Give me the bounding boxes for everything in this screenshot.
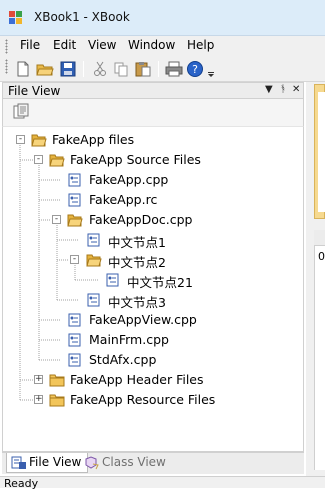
dropdown-arrow-icon[interactable]: ▼ — [265, 84, 273, 95]
tree-node[interactable]: FakeAppView.cpp — [3, 311, 303, 329]
properties-icon[interactable] — [12, 103, 30, 121]
tree-node[interactable]: FakeApp.rc — [3, 191, 303, 209]
tree-node-label: 中文节点1 — [108, 235, 166, 250]
tree-node[interactable]: StdAfx.cpp — [3, 351, 303, 369]
tree-node-label: FakeApp.rc — [89, 192, 158, 207]
document-page — [318, 92, 325, 212]
tree-node[interactable]: + FakeApp Header Files — [3, 371, 303, 389]
toolbar-grip[interactable] — [5, 59, 8, 74]
folder-open-icon — [49, 154, 65, 167]
menu-file[interactable]: File — [20, 38, 40, 52]
menu-bar: File Edit View Window Help — [0, 36, 325, 56]
collapse-toggle[interactable]: - — [34, 155, 43, 164]
file-icon — [87, 233, 100, 247]
class-view-icon — [85, 456, 99, 470]
menu-help[interactable]: Help — [187, 38, 214, 52]
tree-node-label: FakeApp Header Files — [70, 372, 204, 387]
folder-open-icon — [86, 254, 102, 267]
app-icon — [9, 11, 22, 24]
file-icon — [68, 193, 81, 207]
expand-toggle[interactable]: + — [34, 395, 43, 404]
folder-icon — [49, 374, 65, 387]
tree-node[interactable]: 中文节点1 — [3, 231, 303, 250]
print-icon[interactable] — [165, 60, 183, 78]
output-pane-header — [314, 230, 325, 246]
status-text: Ready — [4, 477, 39, 490]
menu-grip[interactable] — [5, 39, 8, 54]
file-icon — [68, 353, 81, 367]
cut-icon[interactable] — [91, 60, 109, 78]
folder-open-icon — [31, 134, 47, 147]
toolbar-separator — [158, 61, 159, 77]
tree-node[interactable]: + FakeApp Resource Files — [3, 391, 303, 409]
file-tree[interactable]: - FakeApp files - FakeApp Source Files F… — [2, 126, 304, 452]
tab-file-view[interactable]: File View — [6, 453, 89, 473]
menu-window[interactable]: Window — [128, 38, 175, 52]
view-tabs: File View Class View — [2, 452, 304, 474]
collapse-toggle[interactable]: - — [52, 215, 61, 224]
title-bar: XBook1 - XBook — [0, 0, 325, 36]
pin-icon[interactable]: ᚬ — [280, 84, 286, 95]
tree-node-label: 中文节点2 — [108, 255, 166, 270]
tree-node-label: FakeApp Resource Files — [70, 392, 216, 407]
toolbar-overflow-icon[interactable] — [206, 60, 216, 78]
output-text: 0 — [318, 250, 325, 263]
copy-icon[interactable] — [112, 60, 130, 78]
new-icon[interactable] — [14, 60, 32, 78]
tree-node[interactable]: FakeApp.cpp — [3, 171, 303, 189]
output-pane — [314, 230, 325, 470]
tab-file-view-label: File View — [29, 455, 82, 469]
tree-node[interactable]: - FakeApp files — [3, 131, 303, 149]
collapse-toggle[interactable]: - — [16, 135, 25, 144]
tree-node-label: FakeAppView.cpp — [89, 312, 197, 327]
tree-node-label: FakeApp files — [52, 132, 135, 147]
tree-node[interactable]: - 中文节点2 — [3, 251, 303, 270]
svg-text:?: ? — [192, 63, 198, 76]
collapse-toggle[interactable]: - — [70, 255, 79, 264]
file-icon — [68, 313, 81, 327]
tab-class-view[interactable]: Class View — [80, 453, 172, 473]
menu-view[interactable]: View — [88, 38, 116, 52]
paste-icon[interactable] — [134, 60, 152, 78]
file-icon — [68, 173, 81, 187]
toolbar-separator — [83, 61, 84, 77]
help-icon[interactable]: ? — [186, 60, 204, 78]
menu-edit[interactable]: Edit — [53, 38, 76, 52]
tree-node-label: FakeApp.cpp — [89, 172, 169, 187]
folder-open-icon — [67, 214, 83, 227]
file-view-header: File View ▼ ᚬ ✕ — [2, 82, 304, 99]
file-icon — [106, 273, 119, 287]
tree-node[interactable]: - FakeAppDoc.cpp — [3, 211, 303, 229]
file-icon — [68, 333, 81, 347]
tree-node[interactable]: MainFrm.cpp — [3, 331, 303, 349]
window-title: XBook1 - XBook — [34, 10, 130, 24]
file-view-toolbar — [2, 99, 304, 126]
open-folder-icon[interactable] — [36, 60, 54, 78]
tab-class-view-label: Class View — [102, 455, 166, 469]
tree-node-label: 中文节点3 — [108, 295, 166, 310]
close-icon[interactable]: ✕ — [292, 84, 300, 95]
file-view-title: File View — [8, 84, 61, 98]
expand-toggle[interactable]: + — [34, 375, 43, 384]
save-icon[interactable] — [59, 60, 77, 78]
tree-node[interactable]: - FakeApp Source Files — [3, 151, 303, 169]
tree-node-label: FakeAppDoc.cpp — [89, 212, 193, 227]
tree-node-label: MainFrm.cpp — [89, 332, 169, 347]
tree-node[interactable]: 中文节点21 — [3, 271, 303, 290]
folder-icon — [49, 394, 65, 407]
toolbar: ? — [0, 56, 325, 82]
tree-node-label: 中文节点21 — [127, 275, 193, 290]
tree-node[interactable]: 中文节点3 — [3, 291, 303, 310]
tree-node-label: StdAfx.cpp — [89, 352, 157, 367]
status-bar: Ready — [0, 476, 325, 490]
tree-node-label: FakeApp Source Files — [70, 152, 201, 167]
file-icon — [87, 293, 100, 307]
file-view-icon — [11, 456, 26, 469]
